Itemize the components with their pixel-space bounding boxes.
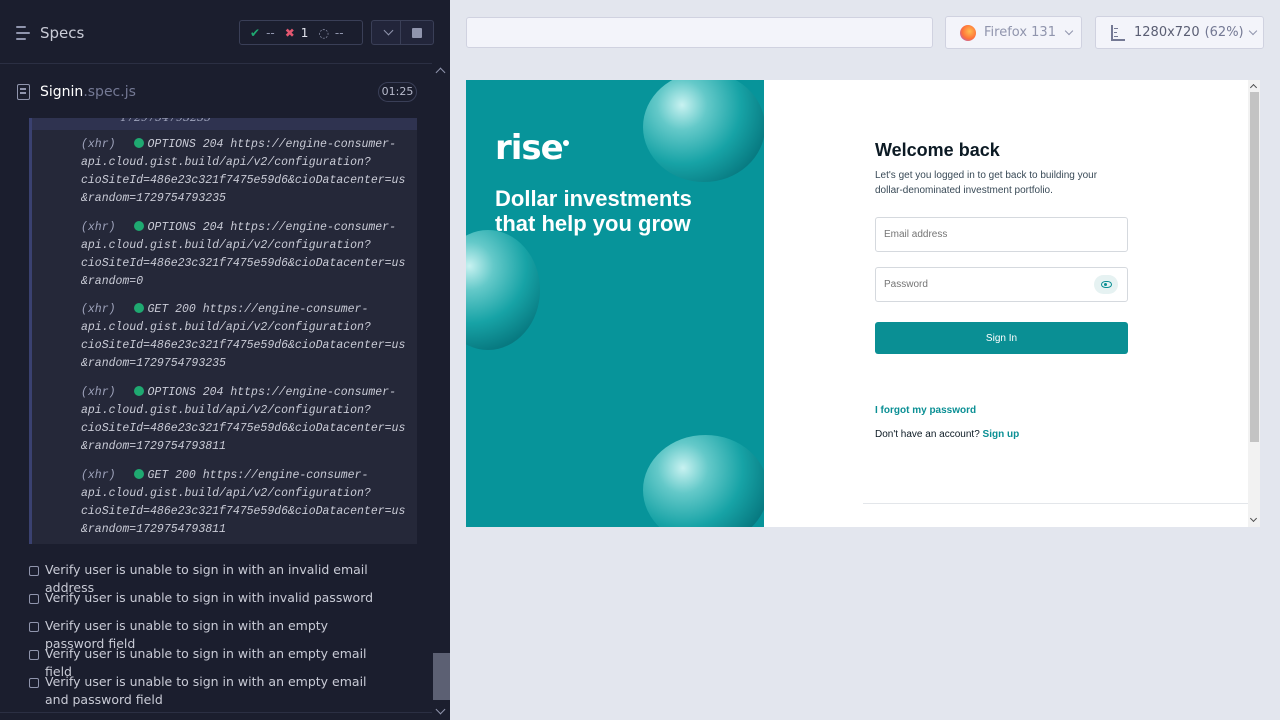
eye-icon bbox=[1100, 281, 1112, 288]
test-status-icon bbox=[29, 566, 39, 576]
stat-passed: ✔ -- bbox=[250, 25, 275, 40]
stat-failed: ✖ 1 bbox=[284, 25, 309, 40]
success-dot-icon bbox=[133, 469, 144, 479]
stat-pending: ◌ -- bbox=[318, 25, 344, 40]
divider bbox=[863, 503, 1248, 504]
spec-file-name: Signin.spec.js bbox=[40, 84, 136, 100]
signin-form: Welcome back Let's get you logged in to … bbox=[764, 80, 1248, 527]
forgot-password-link[interactable]: I forgot my password bbox=[875, 405, 976, 416]
specs-header: Specs ✔ -- ✖ 1 ◌ -- bbox=[0, 0, 434, 64]
welcome-title: Welcome back bbox=[875, 140, 1000, 160]
spec-duration-badge: 01:25 bbox=[378, 82, 417, 102]
sign-in-button[interactable]: Sign In bbox=[875, 322, 1128, 354]
stop-icon bbox=[412, 27, 422, 38]
logo-dot bbox=[563, 140, 569, 146]
spec-file-header: Signin.spec.js bbox=[0, 64, 432, 120]
stop-button[interactable] bbox=[400, 20, 434, 45]
viewport-selector[interactable]: 1280x720 (62%) bbox=[1095, 16, 1264, 49]
decorative-sphere bbox=[643, 80, 764, 182]
runner-scroll-thumb[interactable] bbox=[433, 653, 450, 700]
signup-prompt: Don't have an account? Sign up bbox=[875, 429, 1020, 440]
firefox-icon bbox=[960, 24, 976, 41]
chevron-down-icon bbox=[383, 25, 393, 36]
app-preview-frame: rise Dollar investments that help you gr… bbox=[466, 80, 1260, 527]
test-status-icon bbox=[29, 678, 39, 688]
test-stats: ✔ -- ✖ 1 ◌ -- bbox=[239, 20, 363, 45]
app-scroll-thumb[interactable] bbox=[1250, 92, 1259, 442]
email-field[interactable] bbox=[875, 217, 1128, 252]
decorative-sphere bbox=[466, 230, 540, 350]
hero-panel: rise Dollar investments that help you gr… bbox=[466, 80, 764, 527]
runner-scrollbar[interactable] bbox=[432, 64, 450, 720]
x-icon: ✖ bbox=[284, 25, 295, 40]
url-input[interactable] bbox=[466, 17, 933, 48]
chevron-down-icon bbox=[1064, 26, 1074, 35]
divider bbox=[0, 712, 432, 713]
specs-title[interactable]: Specs bbox=[40, 24, 84, 42]
test-status-icon bbox=[29, 650, 39, 660]
success-dot-icon bbox=[133, 138, 144, 148]
browser-selector[interactable]: Firefox 131 bbox=[945, 16, 1082, 49]
success-dot-icon bbox=[133, 221, 144, 231]
pending-spinner-icon: ◌ bbox=[318, 25, 329, 40]
log-truncated-row: 1729754793235 bbox=[32, 118, 417, 130]
hero-title: Dollar investments that help you grow bbox=[495, 186, 692, 236]
check-icon: ✔ bbox=[250, 25, 261, 40]
rise-logo: rise bbox=[495, 128, 564, 168]
password-field[interactable] bbox=[875, 267, 1128, 302]
ruler-icon bbox=[1109, 24, 1125, 41]
sign-up-link[interactable]: Sign up bbox=[983, 429, 1020, 440]
runner-panel: Specs ✔ -- ✖ 1 ◌ -- Signin.spec.js 01:25… bbox=[0, 0, 450, 720]
decorative-sphere bbox=[643, 435, 764, 527]
file-icon bbox=[17, 84, 30, 100]
test-status-icon bbox=[29, 594, 39, 604]
chevron-down-icon bbox=[1248, 26, 1257, 35]
test-status-icon bbox=[29, 622, 39, 632]
command-log: 1729754793235 (xhr)OPTIONS 204 https://e… bbox=[29, 118, 417, 544]
show-password-button[interactable] bbox=[1094, 275, 1118, 294]
success-dot-icon bbox=[133, 386, 144, 396]
success-dot-icon bbox=[133, 303, 144, 313]
specs-list-toggle-icon[interactable] bbox=[16, 26, 34, 40]
welcome-subtitle: Let's get you logged in to get back to b… bbox=[875, 170, 1098, 196]
